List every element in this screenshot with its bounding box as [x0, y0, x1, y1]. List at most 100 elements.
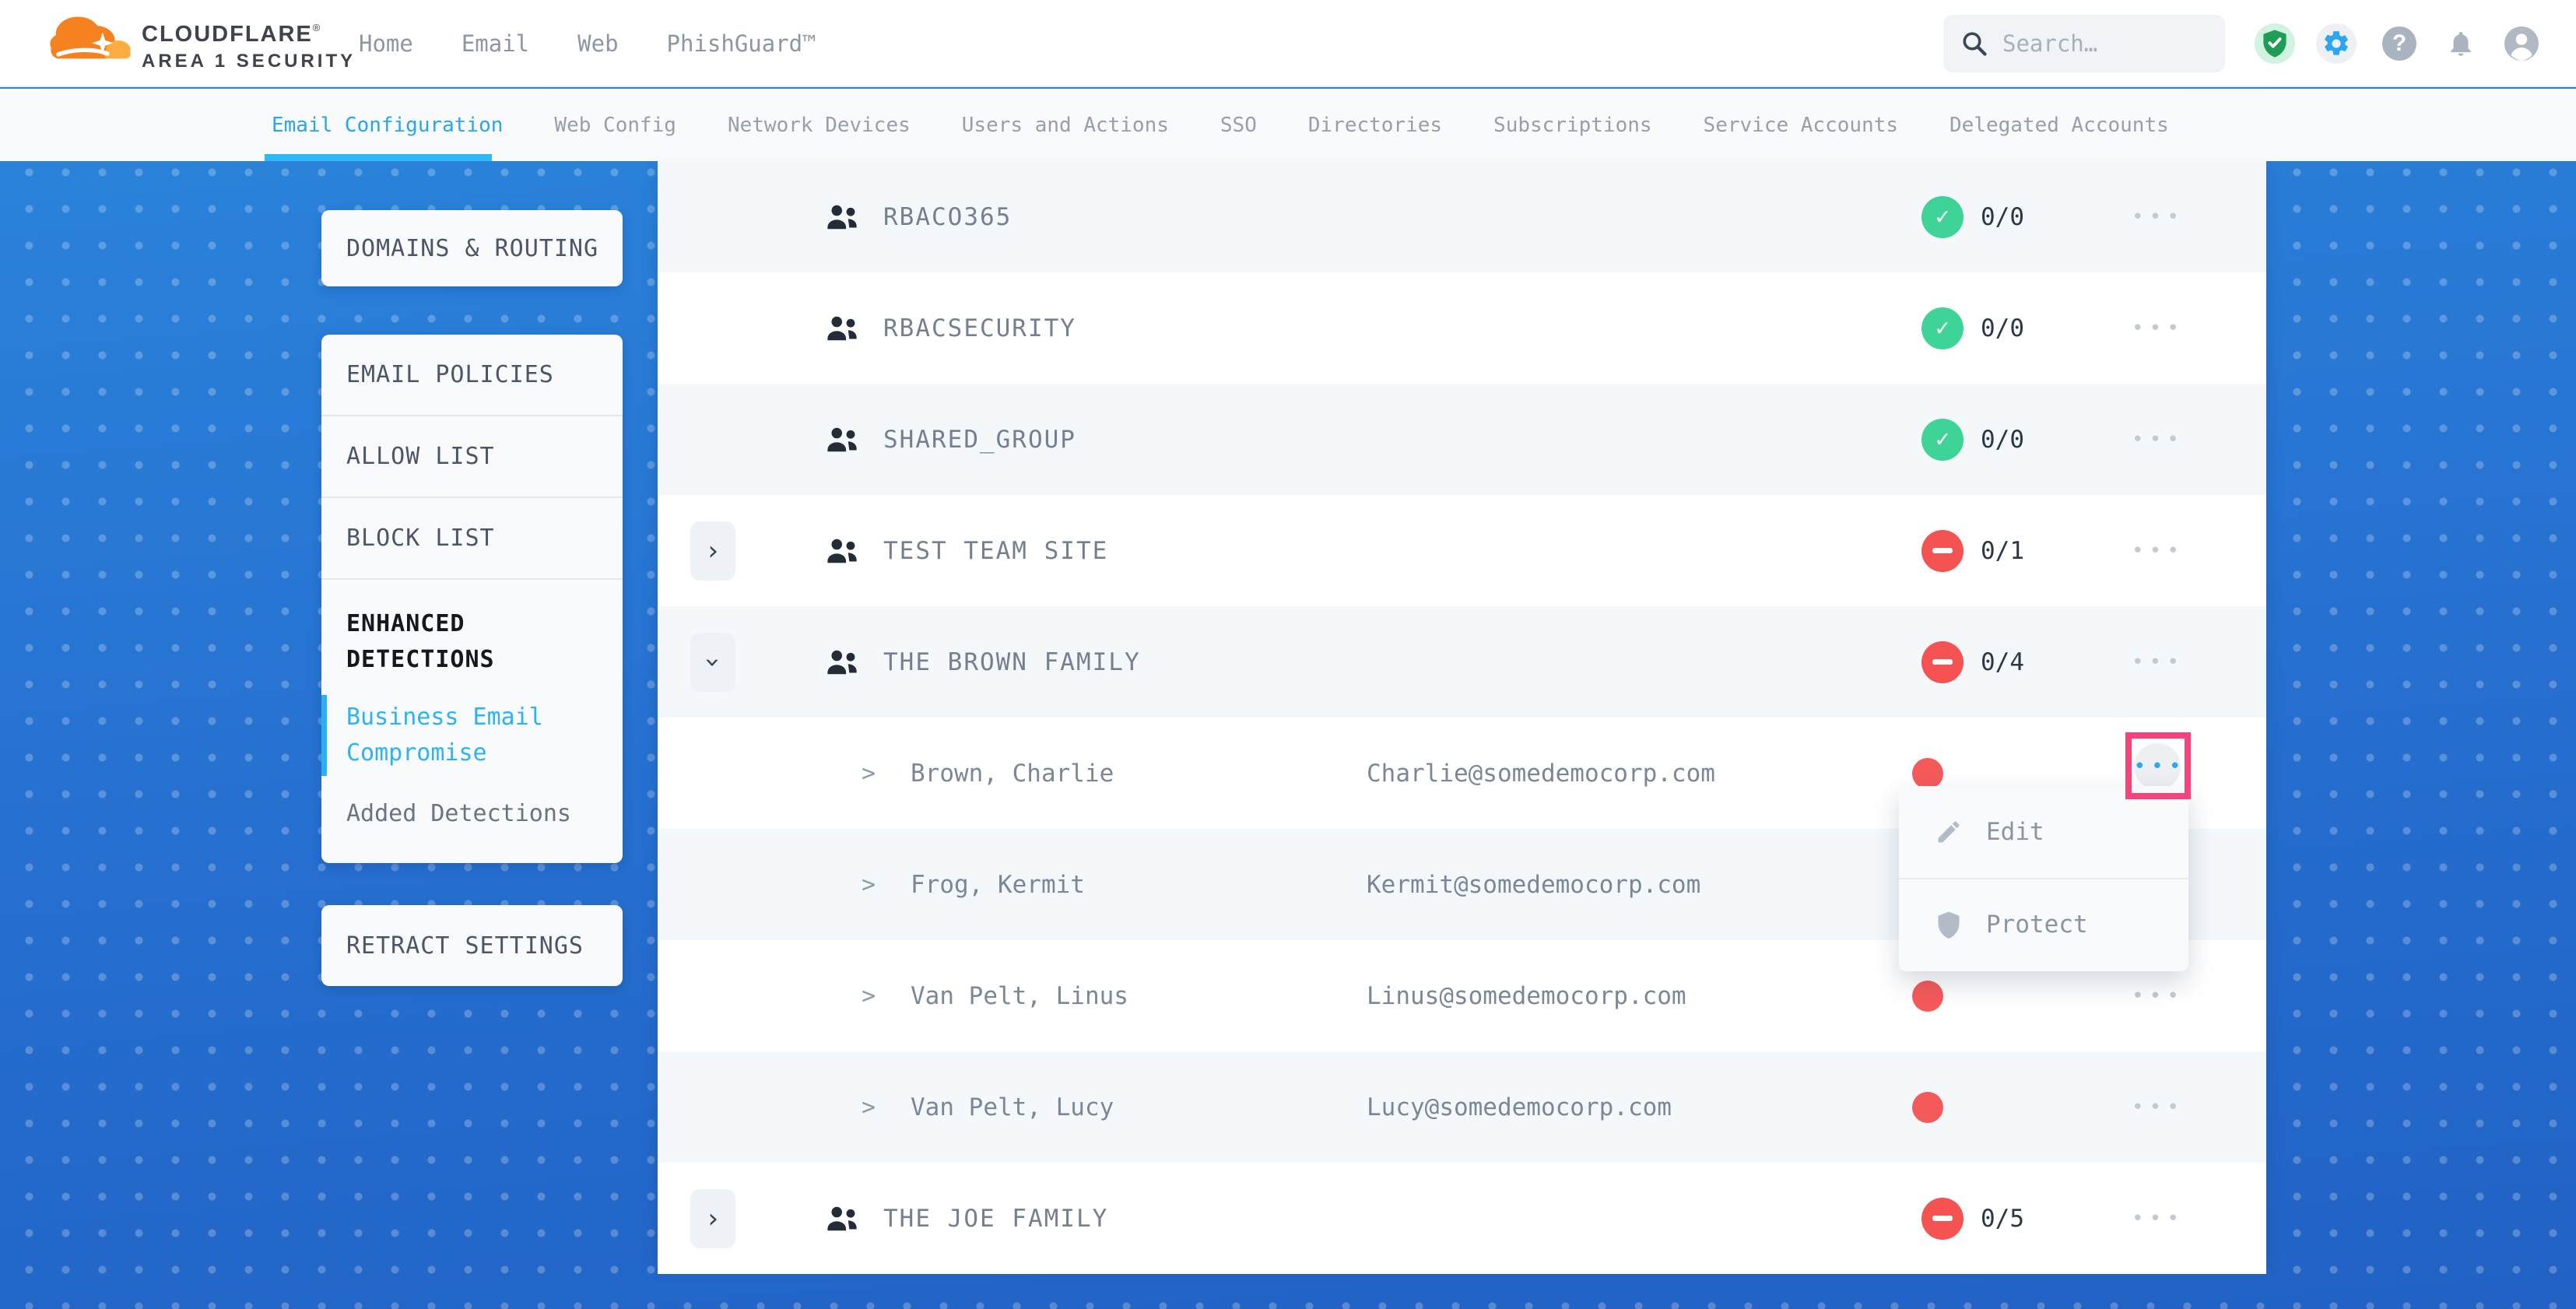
- ellipsis-icon: •••: [2129, 755, 2187, 778]
- menu-item-label: Protect: [1986, 911, 2088, 939]
- tab-subscriptions[interactable]: Subscriptions: [1493, 114, 1652, 137]
- person-email: Kermit@somedemocorp.com: [1367, 871, 1700, 899]
- tab-users-and-actions[interactable]: Users and Actions: [962, 114, 1169, 137]
- row-actions-button[interactable]: •••: [2131, 428, 2185, 451]
- group-name: RBACO365: [883, 203, 1012, 231]
- search-input[interactable]: [2002, 30, 2205, 57]
- row-actions-button-active[interactable]: •••: [2134, 743, 2181, 790]
- group-icon: [825, 424, 859, 455]
- protection-count: 0/0: [1981, 314, 2024, 342]
- group-icon: [825, 647, 859, 678]
- chevron-right-icon: >: [862, 871, 876, 898]
- search-box[interactable]: [1943, 15, 2225, 72]
- tab-delegated-accounts[interactable]: Delegated Accounts: [1950, 114, 2169, 137]
- status-badge-unprotected: [1921, 641, 1964, 683]
- row-actions-button[interactable]: •••: [2131, 651, 2185, 674]
- directory-table: RBACO365 ✓ 0/0 ••• RBACSECURITY ✓ 0/0 ••…: [658, 161, 2266, 1259]
- table-row-group[interactable]: › TEST TEAM SITE 0/1 •••: [658, 495, 2266, 606]
- group-name: THE BROWN FAMILY: [883, 648, 1141, 676]
- tab-service-accounts[interactable]: Service Accounts: [1704, 114, 1898, 137]
- expand-button[interactable]: ›: [690, 521, 735, 581]
- status-dot-unprotected: [1912, 981, 1943, 1012]
- notifications-button[interactable]: [2441, 23, 2481, 64]
- sidebar-item-block-list[interactable]: BLOCK LIST: [321, 498, 623, 580]
- menu-item-edit[interactable]: Edit: [1899, 786, 2188, 878]
- row-actions-button[interactable]: •••: [2131, 1096, 2185, 1119]
- sidebar-card-domains-routing: DOMAINS & ROUTING: [321, 210, 623, 286]
- expand-button[interactable]: ›: [690, 1189, 735, 1248]
- pencil-icon: [1935, 818, 1963, 846]
- tab-web-config[interactable]: Web Config: [554, 114, 676, 137]
- group-name: TEST TEAM SITE: [883, 537, 1108, 565]
- security-status-button[interactable]: [2255, 23, 2295, 64]
- row-actions-button[interactable]: •••: [2131, 317, 2185, 340]
- table-row-person[interactable]: > Van Pelt, Lucy Lucy@somedemocorp.com •…: [658, 1051, 2266, 1163]
- person-name: Van Pelt, Linus: [911, 982, 1128, 1010]
- user-icon: [2503, 25, 2540, 62]
- table-row-group[interactable]: › THE BROWN FAMILY 0/4 •••: [658, 606, 2266, 718]
- bell-icon: [2446, 28, 2476, 59]
- registered-mark: ®: [313, 22, 321, 33]
- help-button[interactable]: ?: [2379, 23, 2420, 64]
- minus-icon: [1932, 548, 1953, 553]
- group-name: THE JOE FAMILY: [883, 1205, 1108, 1233]
- chevron-right-icon: ›: [705, 1203, 721, 1234]
- search-icon: [1960, 30, 1988, 58]
- protection-count: 0/4: [1981, 648, 2024, 676]
- table-row-group[interactable]: RBACSECURITY ✓ 0/0 •••: [658, 272, 2266, 384]
- nav-phishguard[interactable]: PhishGuard™: [667, 30, 816, 57]
- help-icon: ?: [2382, 26, 2416, 61]
- sidebar-item-added-detections[interactable]: Added Detections: [321, 782, 623, 863]
- sidebar-item-enhanced-detections[interactable]: ENHANCED DETECTIONS: [321, 580, 623, 686]
- sidebar-item-allow-list[interactable]: ALLOW LIST: [321, 416, 623, 498]
- person-email: Linus@somedemocorp.com: [1367, 982, 1686, 1010]
- account-button[interactable]: [2501, 23, 2542, 64]
- row-actions-button[interactable]: •••: [2131, 205, 2185, 229]
- tab-network-devices[interactable]: Network Devices: [728, 114, 911, 137]
- status-badge-protected: ✓: [1921, 196, 1964, 238]
- chevron-right-icon: ›: [705, 535, 721, 567]
- group-icon: [825, 1203, 859, 1234]
- nav-web[interactable]: Web: [577, 30, 618, 57]
- sidebar-card-retract: RETRACT SETTINGS: [321, 905, 623, 986]
- row-actions-button[interactable]: •••: [2131, 539, 2185, 563]
- nav-home[interactable]: Home: [359, 30, 413, 57]
- collapse-button[interactable]: ›: [690, 633, 735, 692]
- settings-button[interactable]: [2316, 23, 2357, 64]
- chevron-right-icon: >: [862, 982, 876, 1009]
- status-badge-protected: ✓: [1921, 419, 1964, 461]
- table-row-group[interactable]: RBACO365 ✓ 0/0 •••: [658, 161, 2266, 272]
- status-badge-unprotected: [1921, 530, 1964, 572]
- menu-item-protect[interactable]: Protect: [1899, 878, 2188, 970]
- sidebar-item-retract-settings[interactable]: RETRACT SETTINGS: [321, 932, 602, 960]
- status-badge-unprotected: [1921, 1198, 1964, 1240]
- status-dot-unprotected: [1912, 1092, 1943, 1123]
- chevron-right-icon: >: [862, 1093, 876, 1121]
- sidebar-item-business-email-compromise[interactable]: Business Email Compromise: [321, 686, 623, 782]
- minus-icon: [1932, 659, 1953, 665]
- row-actions-button[interactable]: •••: [2131, 984, 2185, 1008]
- sidebar-item-label: Added Detections: [346, 800, 571, 827]
- sidebar-item-label: Business Email Compromise: [346, 704, 543, 767]
- cloudflare-logo[interactable]: CLOUDFLARE® AREA 1 SECURITY: [45, 9, 356, 72]
- shield-check-icon: [2261, 29, 2289, 58]
- status-badge-protected: ✓: [1921, 307, 1964, 349]
- gear-icon: [2322, 29, 2351, 58]
- menu-item-label: Edit: [1986, 818, 2044, 846]
- table-row-group[interactable]: SHARED_GROUP ✓ 0/0 •••: [658, 384, 2266, 495]
- table-row-group[interactable]: › THE JOE FAMILY 0/5 •••: [658, 1163, 2266, 1274]
- brand-subtitle: AREA 1 SECURITY: [142, 51, 356, 72]
- sidebar-item-email-policies[interactable]: EMAIL POLICIES: [321, 335, 623, 416]
- sidebar-item-domains-routing[interactable]: DOMAINS & ROUTING: [321, 235, 617, 262]
- tab-directories[interactable]: Directories: [1308, 114, 1442, 137]
- tab-sso[interactable]: SSO: [1220, 114, 1257, 137]
- protection-count: 0/5: [1981, 1205, 2024, 1233]
- row-actions-button[interactable]: •••: [2131, 1207, 2185, 1230]
- person-name: Brown, Charlie: [911, 760, 1114, 788]
- person-name: Frog, Kermit: [911, 871, 1085, 899]
- app-header: CLOUDFLARE® AREA 1 SECURITY Home Email W…: [0, 0, 2576, 87]
- row-actions-menu: Edit Protect: [1899, 786, 2188, 971]
- top-nav: Home Email Web PhishGuard™: [359, 0, 816, 87]
- tab-email-configuration[interactable]: Email Configuration: [272, 114, 503, 137]
- nav-email[interactable]: Email: [462, 30, 529, 57]
